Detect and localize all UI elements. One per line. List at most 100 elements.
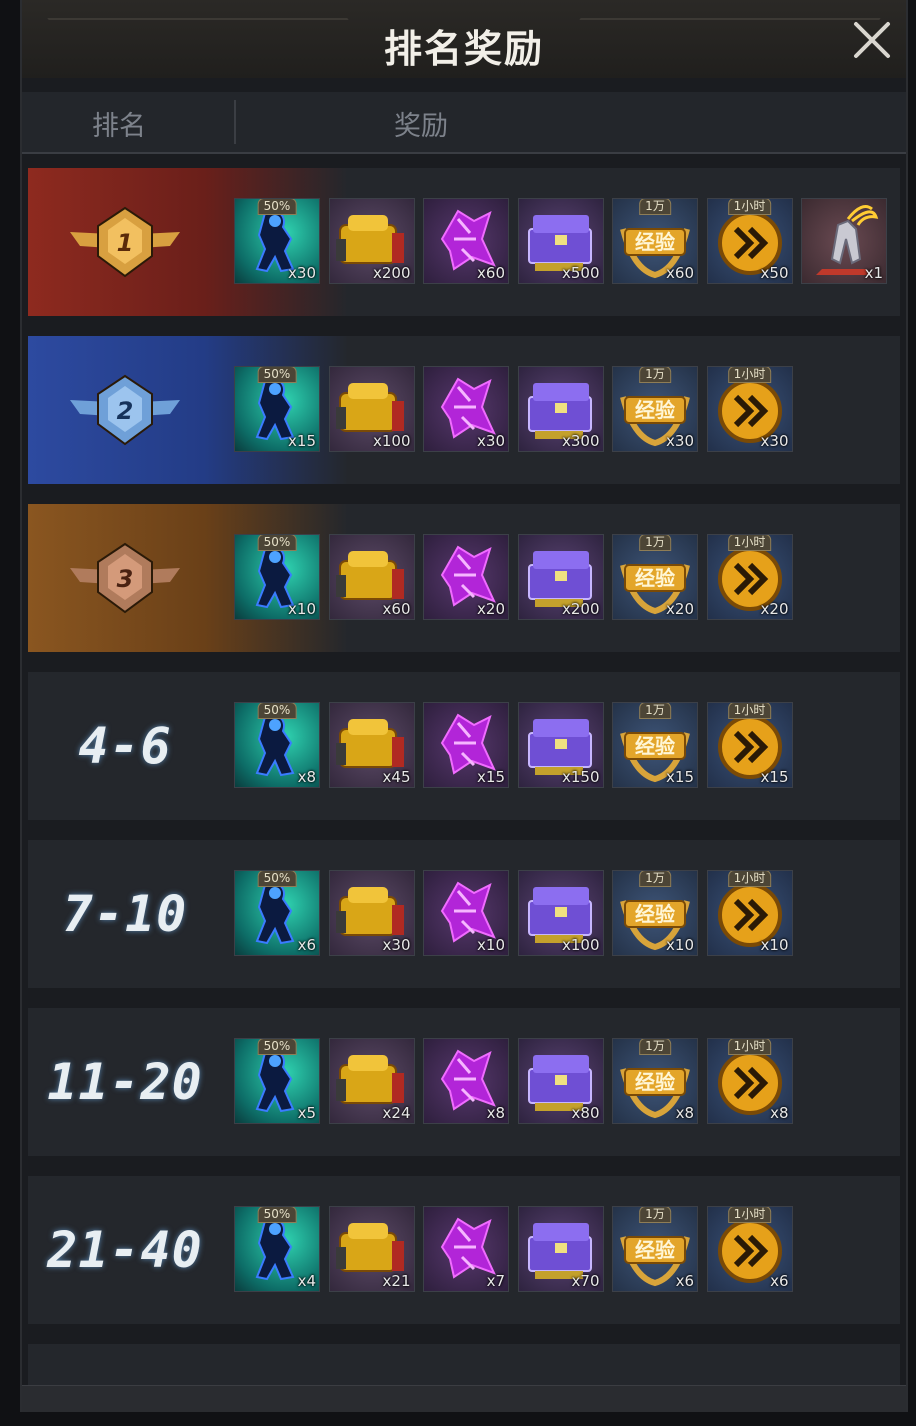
item-quantity: x10 — [288, 600, 316, 618]
reward-row: 11-20 50% x5 x24 x8 x80 经验 1万 x8 1小时 x8 — [28, 1008, 900, 1156]
reward-item-boost[interactable]: 1小时 x15 — [706, 702, 793, 788]
item-quantity: x70 — [571, 1272, 600, 1290]
item-quantity: x500 — [561, 264, 600, 282]
item-quantity: x6 — [675, 1272, 694, 1290]
rank-range: 21-40 — [47, 1221, 203, 1279]
reward-item-cyan[interactable]: 50% x5 — [234, 1038, 320, 1124]
reward-item-cyan[interactable]: 50% x4 — [234, 1206, 320, 1292]
reward-row: 2 50% x15 x100 x30 x300 经验 1万 x30 1小时 x30 — [28, 336, 900, 484]
item-quantity: x30 — [288, 264, 316, 282]
item-tag: 50% — [257, 367, 297, 383]
reward-item-purple[interactable]: x8 — [423, 1038, 509, 1124]
reward-item-cyan[interactable]: 50% x30 — [234, 198, 320, 284]
item-quantity: x8 — [770, 1104, 789, 1122]
item-tag: 1小时 — [727, 367, 772, 383]
reward-item-purple[interactable]: x10 — [423, 870, 509, 956]
item-quantity: x30 — [760, 432, 789, 450]
reward-item-cyan[interactable]: 50% x10 — [234, 534, 320, 620]
list-scroll-edge — [22, 1385, 906, 1412]
reward-item-exp[interactable]: 经验 1万 x6 — [612, 1206, 698, 1292]
item-quantity: x6 — [297, 936, 316, 954]
reward-row: 7-10 50% x6 x30 x10 x100 经验 1万 x10 1小时 x10 — [28, 840, 900, 988]
reward-item-gold[interactable]: x24 — [328, 1038, 415, 1124]
header-reward: 奖励 — [394, 111, 448, 142]
item-quantity: x15 — [760, 768, 789, 786]
item-quantity: x200 — [561, 600, 600, 618]
table-header: 排名 奖励 — [22, 92, 906, 154]
item-tag: 1万 — [639, 535, 671, 551]
reward-item-chest[interactable]: x150 — [517, 702, 604, 788]
reward-item-exp[interactable]: 经验 1万 x10 — [612, 870, 698, 956]
reward-item-cyan[interactable]: 50% x6 — [234, 870, 320, 956]
reward-item-purple[interactable]: x60 — [423, 198, 509, 284]
item-quantity: x80 — [571, 1104, 600, 1122]
svg-text:经验: 经验 — [635, 230, 675, 254]
reward-item-exp[interactable]: 经验 1万 x8 — [612, 1038, 698, 1124]
reward-item-purple[interactable]: x7 — [423, 1206, 509, 1292]
reward-item-cyan[interactable]: 50% x8 — [234, 702, 320, 788]
title-bar: 排名奖励 — [22, 0, 906, 78]
rank-reward-panel: 排名奖励 排名 奖励 1 50% x30 x200 x60 x500 经验 1万 x60 1小时 x… — [20, 0, 908, 1412]
item-quantity: x10 — [477, 936, 505, 954]
reward-item-boost[interactable]: 1小时 x30 — [706, 366, 793, 452]
reward-item-cyan[interactable]: 50% x15 — [234, 366, 320, 452]
rank-range: 11-20 — [47, 1053, 203, 1111]
item-tag: 50% — [257, 703, 297, 719]
reward-item-gold[interactable]: x30 — [328, 870, 415, 956]
item-quantity: x15 — [477, 768, 505, 786]
reward-item-exp[interactable]: 经验 1万 x15 — [612, 702, 698, 788]
item-tag: 1小时 — [727, 1039, 772, 1055]
svg-text:经验: 经验 — [635, 566, 675, 590]
item-quantity: x10 — [760, 936, 789, 954]
reward-item-chest[interactable]: x70 — [517, 1206, 604, 1292]
reward-item-chest[interactable]: x300 — [517, 366, 604, 452]
reward-item-gold[interactable]: x45 — [328, 702, 415, 788]
item-tag: 1万 — [639, 1207, 671, 1223]
close-icon — [854, 22, 890, 58]
item-quantity: x50 — [760, 264, 789, 282]
item-quantity: x60 — [666, 264, 694, 282]
item-quantity: x30 — [477, 432, 505, 450]
svg-text:经验: 经验 — [635, 398, 675, 422]
item-quantity: x6 — [770, 1272, 789, 1290]
item-quantity: x24 — [382, 1104, 411, 1122]
item-quantity: x8 — [675, 1104, 694, 1122]
reward-row-partial — [28, 1344, 900, 1385]
svg-text:经验: 经验 — [635, 1070, 675, 1094]
rank-medal-icon: 3 — [70, 542, 180, 614]
reward-row: 3 50% x10 x60 x20 x200 经验 1万 x20 1小时 x20 — [28, 504, 900, 652]
reward-item-gold[interactable]: x21 — [328, 1206, 415, 1292]
reward-item-boost[interactable]: 1小时 x8 — [706, 1038, 793, 1124]
reward-item-chest[interactable]: x80 — [517, 1038, 604, 1124]
item-tag: 1小时 — [727, 1207, 772, 1223]
item-quantity: x100 — [561, 936, 600, 954]
reward-item-chest[interactable]: x200 — [517, 534, 604, 620]
reward-item-exp[interactable]: 经验 1万 x30 — [612, 366, 698, 452]
reward-item-purple[interactable]: x15 — [423, 702, 509, 788]
item-quantity: x150 — [561, 768, 600, 786]
reward-item-gold[interactable]: x100 — [328, 366, 415, 452]
reward-item-gold[interactable]: x200 — [328, 198, 415, 284]
reward-item-boost[interactable]: 1小时 x20 — [706, 534, 793, 620]
item-quantity: x8 — [486, 1104, 505, 1122]
reward-item-chest[interactable]: x500 — [517, 198, 604, 284]
reward-item-chest[interactable]: x100 — [517, 870, 604, 956]
reward-row: 21-40 50% x4 x21 x7 x70 经验 1万 x6 1小时 x6 — [28, 1176, 900, 1324]
reward-item-mecha[interactable]: x1 — [801, 198, 887, 284]
reward-item-gold[interactable]: x60 — [328, 534, 415, 620]
item-quantity: x20 — [477, 600, 505, 618]
reward-item-purple[interactable]: x20 — [423, 534, 509, 620]
item-quantity: x200 — [372, 264, 411, 282]
reward-item-boost[interactable]: 1小时 x10 — [706, 870, 793, 956]
reward-item-boost[interactable]: 1小时 x6 — [706, 1206, 793, 1292]
rank-medal-icon: 2 — [70, 374, 180, 446]
reward-item-exp[interactable]: 经验 1万 x20 — [612, 534, 698, 620]
reward-item-boost[interactable]: 1小时 x50 — [706, 198, 793, 284]
reward-row: 4-6 50% x8 x45 x15 x150 经验 1万 x15 1小时 x15 — [28, 672, 900, 820]
item-quantity: x60 — [382, 600, 411, 618]
reward-item-purple[interactable]: x30 — [423, 366, 509, 452]
item-quantity: x15 — [666, 768, 694, 786]
reward-item-exp[interactable]: 经验 1万 x60 — [612, 198, 698, 284]
item-quantity: x20 — [666, 600, 694, 618]
close-button[interactable] — [846, 14, 898, 66]
